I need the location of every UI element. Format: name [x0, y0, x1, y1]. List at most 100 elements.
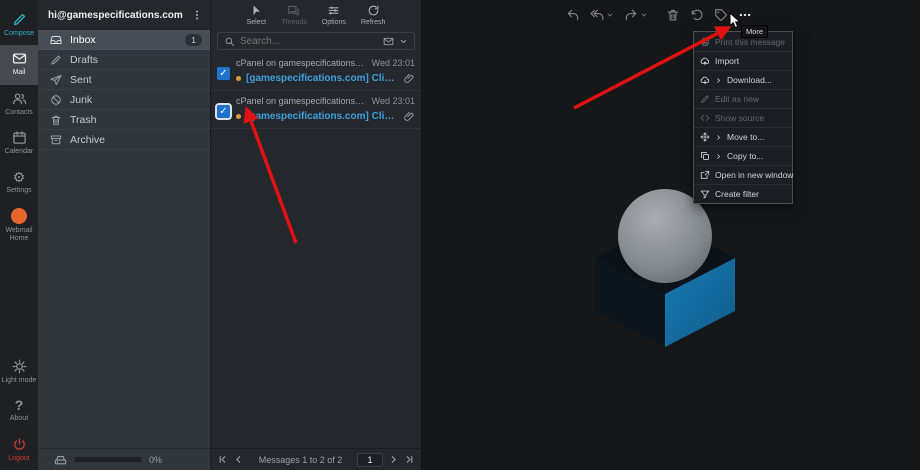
options-button[interactable]: Options: [322, 4, 346, 30]
first-page-button[interactable]: [217, 454, 228, 465]
trash-icon: [666, 8, 680, 22]
restore-button[interactable]: [690, 8, 704, 22]
paper-plane-icon: [50, 74, 62, 86]
pencil-icon: [700, 94, 710, 104]
pencil-square-icon: [12, 12, 27, 27]
folder-inbox[interactable]: Inbox 1: [38, 30, 210, 50]
account-name: hi@gamespecifications.com: [48, 10, 189, 21]
code-icon: [700, 113, 710, 123]
cloud-download-icon: [700, 75, 710, 85]
account-header: hi@gamespecifications.com: [38, 0, 210, 30]
chevron-down-icon[interactable]: [399, 37, 408, 46]
next-page-button[interactable]: [388, 454, 399, 465]
tags-button[interactable]: [714, 8, 728, 22]
light-mode-button[interactable]: Light mode: [0, 353, 38, 392]
more-tooltip: More: [741, 25, 768, 38]
gear-icon: ⚙: [13, 170, 26, 184]
folder-archive[interactable]: Archive: [38, 130, 210, 150]
message-view: [422, 0, 920, 470]
reply-all-icon: [590, 8, 604, 22]
submenu-chevron-icon: [715, 153, 722, 160]
taskbar-item-calendar[interactable]: Calendar: [0, 124, 38, 163]
threads-button: Threads: [281, 4, 307, 30]
search-input[interactable]: [240, 36, 378, 47]
folder-sent[interactable]: Sent: [38, 70, 210, 90]
options-icon: [327, 4, 340, 17]
view-toolbar: [422, 0, 920, 30]
menu-item-move-to[interactable]: Move to...: [694, 127, 792, 146]
menu-item-import[interactable]: Import: [694, 51, 792, 70]
webmail-app: Compose Mail Contacts Calendar ⚙ Setting…: [0, 0, 920, 470]
search-icon: [224, 36, 235, 47]
printer-icon: [700, 37, 710, 47]
refresh-button[interactable]: Refresh: [361, 4, 386, 30]
storage-quota: 0%: [38, 448, 210, 470]
more-ellipsis-icon: [738, 8, 752, 22]
trash-icon: [50, 114, 62, 126]
search-bar: [217, 32, 415, 50]
undo-icon: [690, 8, 704, 22]
taskbar: Compose Mail Contacts Calendar ⚙ Setting…: [0, 0, 38, 470]
filter-icon: [700, 189, 710, 199]
pencil-icon: [50, 54, 62, 66]
quota-bar: [74, 457, 142, 462]
kebab-menu-icon: [191, 9, 203, 21]
reply-all-button[interactable]: [590, 8, 614, 22]
taskbar-item-webmail-home[interactable]: Webmail Home: [0, 202, 38, 251]
power-icon: [12, 437, 27, 452]
last-page-button[interactable]: [404, 454, 415, 465]
submenu-chevron-icon: [715, 77, 722, 84]
unread-dot-icon: [236, 114, 241, 119]
taskbar-spacer: [0, 251, 38, 353]
message-checkbox[interactable]: [217, 67, 230, 80]
pagination-label: Messages 1 to 2 of 2: [249, 455, 352, 465]
menu-item-create-filter[interactable]: Create filter: [694, 184, 792, 203]
message-row[interactable]: cPanel on gamespecifications.com Wed 23:…: [211, 91, 421, 129]
menu-item-copy-to[interactable]: Copy to...: [694, 146, 792, 165]
external-window-icon: [700, 170, 710, 180]
threads-icon: [287, 4, 300, 17]
about-button[interactable]: ? About: [0, 392, 38, 430]
reply-button[interactable]: [566, 8, 580, 22]
menu-item-open-in-new-window[interactable]: Open in new window: [694, 165, 792, 184]
reply-icon: [566, 8, 580, 22]
folder-list: Inbox 1 Drafts Sent Junk Trash Archiv: [38, 30, 210, 150]
folder-drafts[interactable]: Drafts: [38, 50, 210, 70]
storage-drive-icon: [54, 453, 67, 466]
contacts-icon: [12, 91, 27, 106]
menu-item-download[interactable]: Download...: [694, 70, 792, 89]
message-date: Wed 23:01: [372, 96, 415, 106]
compose-button[interactable]: Compose: [0, 6, 38, 45]
folder-trash[interactable]: Trash: [38, 110, 210, 130]
folder-junk[interactable]: Junk: [38, 90, 210, 110]
forward-button[interactable]: [624, 8, 648, 22]
page-number-input[interactable]: [357, 453, 383, 467]
pagination-bar: Messages 1 to 2 of 2: [211, 448, 421, 470]
message-subject: [gamespecifications.com] Client configur…: [246, 73, 399, 84]
cpanel-home-icon: [11, 208, 27, 224]
taskbar-item-settings[interactable]: ⚙ Settings: [0, 164, 38, 202]
chevron-down-icon: [640, 11, 648, 19]
more-button[interactable]: [738, 8, 752, 22]
mail-scope-icon[interactable]: [383, 36, 394, 47]
message-row[interactable]: cPanel on gamespecifications.com Wed 23:…: [211, 53, 421, 91]
question-icon: ?: [15, 398, 24, 412]
account-menu-button[interactable]: [189, 7, 205, 23]
taskbar-item-contacts[interactable]: Contacts: [0, 85, 38, 124]
taskbar-item-mail[interactable]: Mail: [0, 45, 38, 84]
logout-button[interactable]: Logout: [0, 431, 38, 470]
pointer-icon: [250, 4, 263, 17]
forward-icon: [624, 8, 638, 22]
message-checkbox[interactable]: [217, 105, 230, 118]
chevron-down-icon: [606, 11, 614, 19]
select-button[interactable]: Select: [247, 4, 266, 30]
unread-count-badge: 1: [185, 34, 202, 46]
ban-icon: [50, 94, 62, 106]
list-toolbar: Select Threads Options Refresh: [211, 0, 421, 30]
prev-page-button[interactable]: [233, 454, 244, 465]
message-subject: [gamespecifications.com] Client configur…: [246, 111, 399, 122]
delete-button[interactable]: [666, 8, 680, 22]
attachment-icon: [404, 73, 415, 84]
message-sender: cPanel on gamespecifications.com: [236, 58, 366, 68]
menu-item-edit-as-new: Edit as new: [694, 89, 792, 108]
